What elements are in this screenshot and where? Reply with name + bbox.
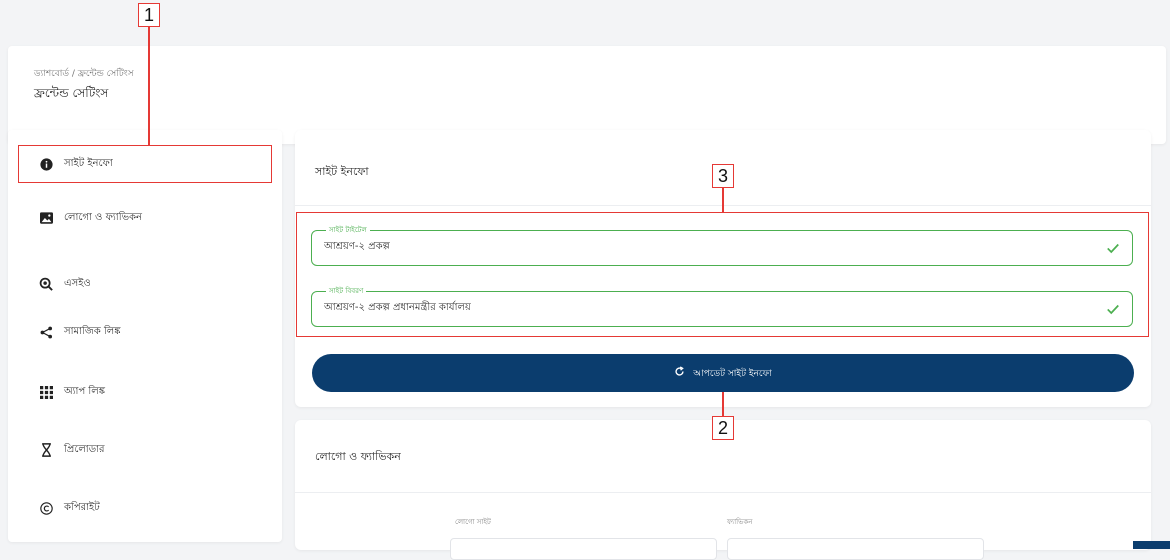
corner-tab[interactable] <box>1133 541 1170 549</box>
hourglass-icon <box>38 442 54 458</box>
sidebar-item-seo[interactable]: এসইও <box>18 266 280 302</box>
page-title: ফ্রন্টেন্ড সেটিংস <box>34 86 109 100</box>
seo-search-icon <box>38 276 54 292</box>
breadcrumb[interactable]: ড্যাশবোর্ড / ফ্রন্টেন্ড সেটিংস <box>34 66 134 81</box>
logo-label: লোগো সাইট <box>455 518 491 526</box>
annotation-1: 1 <box>138 3 160 27</box>
logo-upload-box[interactable] <box>450 538 717 560</box>
sidebar-item-label: এসইও <box>64 277 91 289</box>
sidebar-item-copyright[interactable]: কপিরাইট <box>18 490 280 526</box>
site-info-title: সাইট ইনফো <box>315 165 369 178</box>
favicon-upload-box[interactable] <box>727 538 984 560</box>
sidebar-item-social-links[interactable]: সামাজিক লিঙ্ক <box>18 314 280 350</box>
sidebar-item-label: সামাজিক লিঙ্ক <box>64 325 121 337</box>
annotation-1-line <box>148 27 150 145</box>
sidebar-item-label: লোগো ও ফ্যাভিকন <box>64 211 142 223</box>
sidebar-item-app-links[interactable]: অ্যাপ লিঙ্ক <box>18 374 280 410</box>
update-site-info-button[interactable]: আপডেট সাইট ইনফো <box>312 354 1134 392</box>
sidebar-item-preloader[interactable]: প্রিলোডার <box>18 432 280 468</box>
apps-grid-icon <box>38 384 54 400</box>
favicon-label: ফ্যাভিকন <box>727 518 753 526</box>
sidebar-item-label: অ্যাপ লিঙ্ক <box>64 385 105 397</box>
settings-sidebar: সাইট ইনফো লোগো ও ফ্যাভিকন এসইও সামাজিক ল… <box>8 130 282 542</box>
update-button-label: আপডেট সাইট ইনফো <box>693 368 772 379</box>
annotation-3-box <box>296 212 1149 337</box>
sidebar-item-label: প্রিলোডার <box>64 443 105 455</box>
divider <box>295 492 1151 493</box>
annotation-2: 2 <box>712 416 734 440</box>
annotation-3: 3 <box>712 164 734 188</box>
sidebar-item-label: কপিরাইট <box>64 501 100 513</box>
share-icon <box>38 324 54 340</box>
sidebar-item-logo-favicon[interactable]: লোগো ও ফ্যাভিকন <box>18 200 280 236</box>
image-icon <box>38 210 54 226</box>
annotation-2-line <box>722 392 724 416</box>
annotation-3-line <box>722 188 724 213</box>
copyright-icon <box>38 500 54 516</box>
refresh-icon <box>674 366 685 380</box>
annotation-1-box <box>18 145 272 183</box>
logo-favicon-title: লোগো ও ফ্যাভিকন <box>315 450 401 463</box>
